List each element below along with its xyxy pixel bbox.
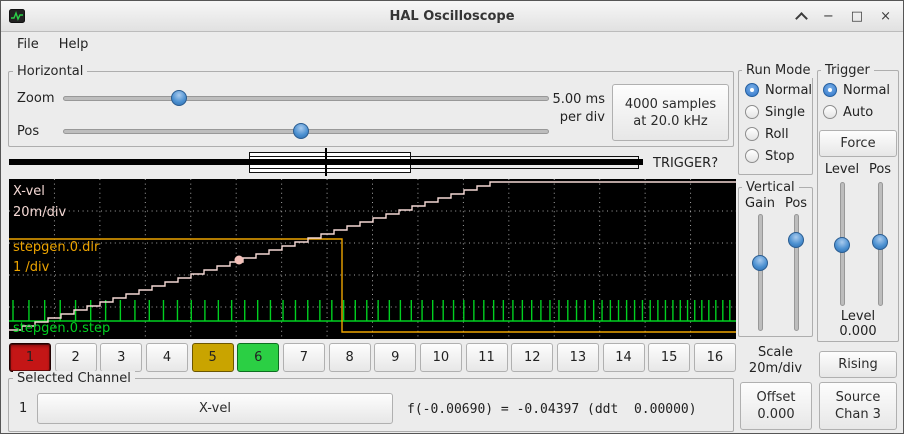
vertical-pos-slider-handle[interactable]: [788, 232, 804, 248]
scope-label-ch5-scale: 1 /div: [13, 260, 50, 275]
channel-name-button[interactable]: X-vel: [37, 393, 393, 424]
channel-button-9[interactable]: 9: [374, 343, 416, 372]
offset-button-label: Offset: [756, 389, 795, 406]
radio-icon: [745, 83, 759, 97]
radio-label: Normal: [765, 83, 812, 98]
trigger-level-slider-handle[interactable]: [834, 237, 850, 253]
horizontal-pos-slider-handle[interactable]: [293, 123, 309, 139]
radio-icon: [745, 105, 759, 119]
horizontal-pos-label: Pos: [17, 124, 39, 139]
trigger-pos-label: Pos: [863, 162, 897, 177]
scope-svg: X-vel 20m/div stepgen.0.dir 1 /div stepgen.0…: [9, 179, 736, 339]
menu-bar: FileHelp: [1, 31, 903, 57]
channel-button-16[interactable]: 16: [694, 343, 736, 372]
scope-label-ch1-name: X-vel: [13, 184, 45, 199]
channel-button-15[interactable]: 15: [648, 343, 690, 372]
hal-oscilloscope-window: HAL Oscilloscope − □ × FileHelp Horizont…: [0, 0, 904, 434]
time-per-div-value: 5.00 ms: [539, 91, 605, 109]
channel-readout: f(-0.00690) = -0.04397 (ddt 0.00000): [407, 402, 697, 417]
channel-button-5[interactable]: 5: [192, 343, 234, 372]
trigger-source-line2: Chan 3: [835, 406, 881, 423]
trigger-position-marker[interactable]: [325, 148, 327, 176]
channel-button-11[interactable]: 11: [466, 343, 508, 372]
zoom-slider-handle[interactable]: [171, 90, 187, 106]
offset-button-value: 0.000: [757, 406, 794, 423]
zoom-label: Zoom: [17, 91, 54, 106]
trigger-level-label: Level: [821, 162, 863, 177]
channel-button-7[interactable]: 7: [283, 343, 325, 372]
channel-button-3[interactable]: 3: [100, 343, 142, 372]
trigger-question-label: TRIGGER?: [653, 156, 718, 171]
scope-label-ch1-scale: 20m/div: [13, 205, 66, 220]
gain-label: Gain: [743, 196, 777, 211]
radio-label: Stop: [765, 149, 795, 164]
scale-value: 20m/div: [738, 361, 813, 376]
scope-label-ch6-name: stepgen.0.step: [13, 321, 110, 336]
zoom-slider-track[interactable]: [63, 96, 549, 101]
vertical-pos-label: Pos: [781, 196, 811, 211]
selected-channel-group-label: Selected Channel: [13, 371, 135, 386]
radio-icon: [745, 127, 759, 141]
channel-button-2[interactable]: 2: [55, 343, 97, 372]
radio-label: Auto: [843, 105, 873, 120]
run-mode-options: Normal Single Roll Stop: [745, 79, 812, 167]
radio-label: Normal: [843, 83, 890, 98]
force-button[interactable]: Force: [819, 130, 897, 157]
gain-slider-track[interactable]: [758, 214, 763, 331]
trigger-level-value: 0.000: [817, 324, 899, 339]
shade-button[interactable]: [797, 10, 806, 23]
trigger-level-caption: Level: [817, 309, 899, 324]
trigger-group-label: Trigger: [821, 63, 874, 78]
run-mode-radio-stop[interactable]: Stop: [745, 145, 812, 167]
offset-button[interactable]: Offset 0.000: [740, 382, 812, 430]
scope-display: X-vel 20m/div stepgen.0.dir 1 /div stepgen.0…: [9, 179, 736, 339]
channel-button-1[interactable]: 1: [9, 343, 51, 372]
horizontal-group-label: Horizontal: [13, 64, 87, 79]
maximize-button[interactable]: □: [851, 10, 863, 23]
radio-label: Roll: [765, 127, 789, 142]
menu-item-file[interactable]: File: [7, 34, 49, 55]
trigger-radio-auto[interactable]: Auto: [823, 101, 890, 123]
run-mode-radio-single[interactable]: Single: [745, 101, 812, 123]
channel-button-4[interactable]: 4: [146, 343, 188, 372]
radio-label: Single: [765, 105, 805, 120]
radio-icon: [823, 83, 837, 97]
radio-icon: [745, 149, 759, 163]
channel-row: 12345678910111213141516: [9, 343, 736, 372]
channel-button-12[interactable]: 12: [511, 343, 553, 372]
run-mode-radio-roll[interactable]: Roll: [745, 123, 812, 145]
scale-caption: Scale: [738, 345, 813, 360]
minimize-button[interactable]: −: [823, 10, 834, 23]
window-title: HAL Oscilloscope: [1, 1, 903, 31]
channel-button-14[interactable]: 14: [603, 343, 645, 372]
time-per-div-readout: 5.00 ms per div: [539, 91, 605, 127]
trigger-source-button[interactable]: Source Chan 3: [819, 382, 897, 430]
samples-line1: 4000 samples: [625, 96, 716, 113]
trigger-source-line1: Source: [836, 389, 881, 406]
channel-button-8[interactable]: 8: [329, 343, 371, 372]
scope-label-ch5-name: stepgen.0.dir: [13, 240, 100, 255]
gain-slider-handle[interactable]: [752, 255, 768, 271]
window-titlebar[interactable]: HAL Oscilloscope − □ ×: [1, 1, 903, 32]
trigger-pos-slider-handle[interactable]: [872, 234, 888, 250]
channel-button-10[interactable]: 10: [420, 343, 462, 372]
trigger-edge-button[interactable]: Rising: [819, 351, 897, 378]
samples-line2: at 20.0 kHz: [633, 113, 707, 130]
time-per-div-units: per div: [539, 109, 605, 127]
channel-button-6[interactable]: 6: [237, 343, 279, 372]
selected-channel-number: 1: [19, 401, 27, 416]
chevron-up-icon: [797, 14, 806, 23]
menu-item-help[interactable]: Help: [49, 34, 99, 55]
trigger-options: Normal Auto: [823, 79, 890, 123]
vertical-group-label: Vertical: [742, 180, 799, 195]
close-button[interactable]: ×: [880, 10, 891, 23]
run-mode-radio-normal[interactable]: Normal: [745, 79, 812, 101]
radio-icon: [823, 105, 837, 119]
samples-button[interactable]: 4000 samples at 20.0 kHz: [612, 84, 729, 141]
channel-button-13[interactable]: 13: [557, 343, 599, 372]
run-mode-group-label: Run Mode: [742, 63, 814, 78]
trigger-radio-normal[interactable]: Normal: [823, 79, 890, 101]
